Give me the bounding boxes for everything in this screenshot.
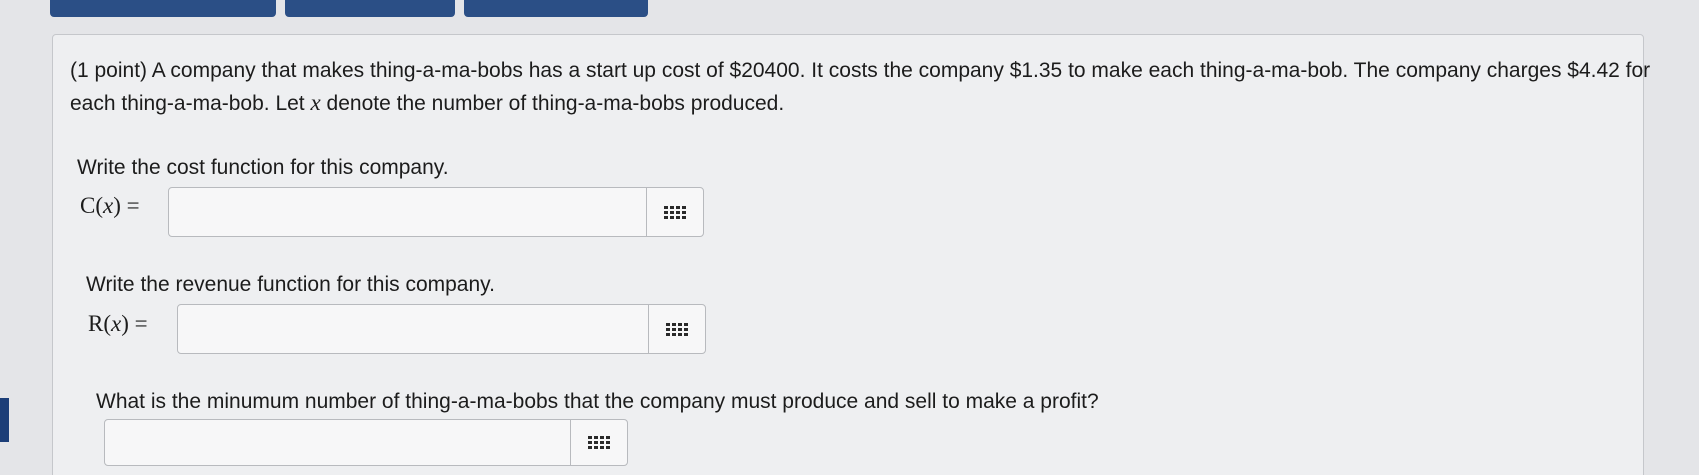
nav-tab-1[interactable] <box>50 0 276 17</box>
revenue-equals-sign: = <box>134 311 148 336</box>
problem-variable: x <box>310 90 321 115</box>
cost-equation-palette-button[interactable] <box>646 188 703 236</box>
profit-equation-palette-button[interactable] <box>570 420 627 465</box>
problem-text-part1: A company that makes thing-a-ma-bobs has… <box>70 59 1651 115</box>
revenue-function-arg: x <box>111 311 122 336</box>
revenue-function-label: R(x) = <box>88 311 148 336</box>
cost-function-name: C <box>80 193 96 218</box>
problem-points: (1 point) <box>70 59 148 82</box>
profit-answer-box <box>104 419 628 466</box>
nav-tab-3[interactable] <box>464 0 648 17</box>
cost-equals-sign: = <box>126 193 140 218</box>
problem-text-part2: denote the number of thing-a-ma-bobs pro… <box>326 92 785 115</box>
revenue-question-prompt: Write the revenue function for this comp… <box>86 273 495 296</box>
revenue-answer-box <box>177 304 706 354</box>
revenue-equation-palette-button[interactable] <box>648 305 705 353</box>
revenue-function-name: R <box>88 311 104 336</box>
profit-quantity-input[interactable] <box>105 420 570 465</box>
nav-tab-2[interactable] <box>285 0 455 17</box>
cost-question-prompt: Write the cost function for this company… <box>77 156 449 179</box>
problem-statement: (1 point) A company that makes thing-a-m… <box>70 55 1670 120</box>
cost-answer-box <box>168 187 704 237</box>
cost-function-input[interactable] <box>169 188 646 236</box>
side-marker <box>0 398 9 442</box>
profit-question-prompt: What is the minumum number of thing-a-ma… <box>96 390 1099 413</box>
cost-function-label: C(x) = <box>80 193 140 218</box>
revenue-function-input[interactable] <box>178 305 648 353</box>
math-palette-icon <box>664 205 686 219</box>
math-palette-icon <box>666 322 688 336</box>
math-palette-icon <box>588 436 610 449</box>
cost-function-arg: x <box>103 193 114 218</box>
